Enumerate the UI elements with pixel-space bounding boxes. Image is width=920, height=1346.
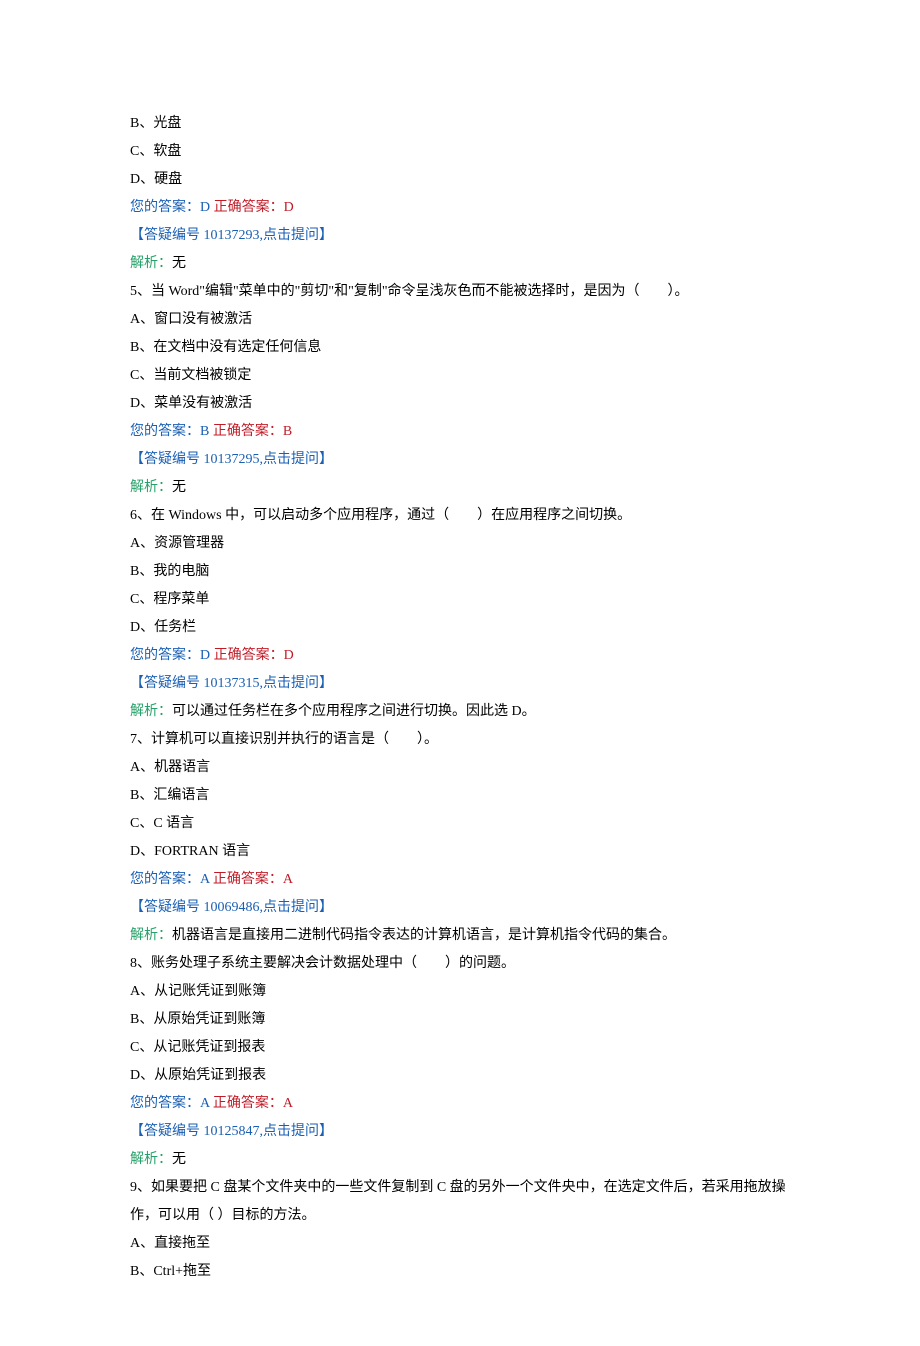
q6-answer-line: 您的答案：D 正确答案：D <box>130 642 790 670</box>
q5-help-link[interactable]: 【答疑编号 10137295,点击提问】 <box>130 446 790 474</box>
q4-option-d: D、硬盘 <box>130 166 790 194</box>
q8-analysis: 解析：无 <box>130 1146 790 1174</box>
q6-question: 6、在 Windows 中，可以启动多个应用程序，通过（ ）在应用程序之间切换。 <box>130 502 790 530</box>
q4-help-link[interactable]: 【答疑编号 10137293,点击提问】 <box>130 222 790 250</box>
q5-option-d: D、菜单没有被激活 <box>130 390 790 418</box>
q8-option-a: A、从记账凭证到账簿 <box>130 978 790 1006</box>
q6-your-answer: 您的答案：D <box>130 648 214 663</box>
q8-option-b: B、从原始凭证到账簿 <box>130 1006 790 1034</box>
q7-option-c: C、C 语言 <box>130 810 790 838</box>
q8-option-c: C、从记账凭证到报表 <box>130 1034 790 1062</box>
q9-option-a: A、直接拖至 <box>130 1230 790 1258</box>
q7-answer-line: 您的答案：A 正确答案：A <box>130 866 790 894</box>
q8-analysis-text: 无 <box>172 1152 186 1167</box>
q7-analysis: 解析：机器语言是直接用二进制代码指令表达的计算机语言，是计算机指令代码的集合。 <box>130 922 790 950</box>
q5-question: 5、当 Word"编辑"菜单中的"剪切"和"复制"命令呈浅灰色而不能被选择时，是… <box>130 278 790 306</box>
q5-correct-answer: 正确答案：B <box>213 424 292 439</box>
q6-option-d: D、任务栏 <box>130 614 790 642</box>
q7-option-d: D、FORTRAN 语言 <box>130 838 790 866</box>
q5-analysis: 解析：无 <box>130 474 790 502</box>
q5-option-a: A、窗口没有被激活 <box>130 306 790 334</box>
q6-option-b: B、我的电脑 <box>130 558 790 586</box>
q7-analysis-text: 机器语言是直接用二进制代码指令表达的计算机语言，是计算机指令代码的集合。 <box>172 928 676 943</box>
q7-option-b: B、汇编语言 <box>130 782 790 810</box>
q8-your-answer: 您的答案：A <box>130 1096 213 1111</box>
q4-answer-line: 您的答案：D 正确答案：D <box>130 194 790 222</box>
q8-help-link[interactable]: 【答疑编号 10125847,点击提问】 <box>130 1118 790 1146</box>
q6-help-link[interactable]: 【答疑编号 10137315,点击提问】 <box>130 670 790 698</box>
q5-answer-line: 您的答案：B 正确答案：B <box>130 418 790 446</box>
q7-analysis-label: 解析： <box>130 928 172 943</box>
q7-question: 7、计算机可以直接识别并执行的语言是（ ）。 <box>130 726 790 754</box>
q6-option-a: A、资源管理器 <box>130 530 790 558</box>
q8-option-d: D、从原始凭证到报表 <box>130 1062 790 1090</box>
q8-question: 8、账务处理子系统主要解决会计数据处理中（ ）的问题。 <box>130 950 790 978</box>
q7-your-answer: 您的答案：A <box>130 872 213 887</box>
q8-answer-line: 您的答案：A 正确答案：A <box>130 1090 790 1118</box>
q6-analysis-text: 可以通过任务栏在多个应用程序之间进行切换。因此选 D。 <box>172 704 536 719</box>
q7-option-a: A、机器语言 <box>130 754 790 782</box>
q8-correct-answer: 正确答案：A <box>213 1096 293 1111</box>
q5-analysis-text: 无 <box>172 480 186 495</box>
document-page: B、光盘 C、软盘 D、硬盘 您的答案：D 正确答案：D 【答疑编号 10137… <box>0 0 920 1346</box>
q6-analysis-label: 解析： <box>130 704 172 719</box>
q7-correct-answer: 正确答案：A <box>213 872 293 887</box>
q4-analysis-label: 解析： <box>130 256 172 271</box>
q9-option-b: B、Ctrl+拖至 <box>130 1258 790 1286</box>
q4-option-b: B、光盘 <box>130 110 790 138</box>
q5-option-c: C、当前文档被锁定 <box>130 362 790 390</box>
q7-help-link[interactable]: 【答疑编号 10069486,点击提问】 <box>130 894 790 922</box>
q6-option-c: C、程序菜单 <box>130 586 790 614</box>
q6-analysis: 解析：可以通过任务栏在多个应用程序之间进行切换。因此选 D。 <box>130 698 790 726</box>
q4-your-answer: 您的答案：D <box>130 200 214 215</box>
q5-your-answer: 您的答案：B <box>130 424 213 439</box>
q5-analysis-label: 解析： <box>130 480 172 495</box>
q6-correct-answer: 正确答案：D <box>214 648 294 663</box>
q4-analysis-text: 无 <box>172 256 186 271</box>
q4-option-c: C、软盘 <box>130 138 790 166</box>
q8-analysis-label: 解析： <box>130 1152 172 1167</box>
q9-question: 9、如果要把 C 盘某个文件夹中的一些文件复制到 C 盘的另外一个文件央中，在选… <box>130 1174 790 1230</box>
q5-option-b: B、在文档中没有选定任何信息 <box>130 334 790 362</box>
q4-correct-answer: 正确答案：D <box>214 200 294 215</box>
q4-analysis: 解析：无 <box>130 250 790 278</box>
